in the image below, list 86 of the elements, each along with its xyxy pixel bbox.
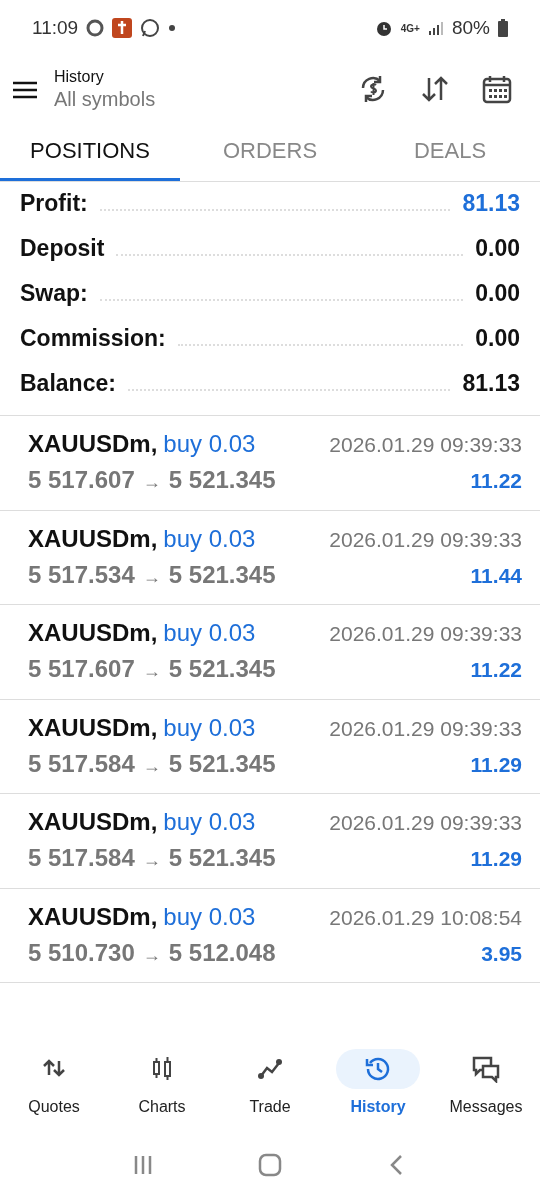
trade-side: buy 0.03 — [163, 807, 256, 837]
summary-label: Swap: — [20, 279, 88, 308]
app-notification-icon — [86, 19, 105, 37]
close-price: 5 521.345 — [168, 654, 276, 684]
nav-tab[interactable]: Charts — [108, 1049, 216, 1119]
summary-label: Balance: — [20, 369, 116, 398]
trade-profit: 11.29 — [470, 751, 522, 778]
signal-icon — [427, 20, 444, 36]
page-title: History — [54, 67, 105, 87]
trade-time: 2026.01.29 10:08:54 — [329, 904, 522, 931]
arrow-sign: → — [142, 849, 161, 872]
trade-time: 2026.01.29 09:39:33 — [329, 715, 522, 742]
sort-icon — [420, 74, 450, 104]
close-price: 5 512.048 — [168, 937, 276, 968]
trade-symbol: XAUUSDm, — [28, 523, 158, 554]
summary-value: 81.13 — [462, 189, 520, 218]
nav-tab[interactable]: Messages — [432, 1049, 540, 1119]
trade-side: buy 0.03 — [163, 712, 256, 743]
trade-profit: 11.22 — [470, 657, 522, 683]
trade-side: buy 0.03 — [163, 901, 256, 932]
trade-symbol: XAUUSDm, — [28, 807, 158, 837]
summary-value: 0.00 — [475, 234, 520, 263]
arrow-sign: → — [142, 943, 161, 967]
trade-side: buy 0.03 — [163, 523, 256, 554]
tab[interactable]: DEALS — [360, 122, 540, 181]
trade-side: buy 0.03 — [163, 429, 256, 459]
trade-symbol: XAUUSDm, — [28, 618, 158, 648]
network-type-label: 4G+ — [400, 21, 420, 36]
open-price: 5 517.584 — [28, 843, 135, 873]
summary-label: Commission: — [20, 324, 166, 353]
alarm-icon — [374, 19, 393, 37]
close-price: 5 521.345 — [168, 559, 276, 590]
battery-percent: 80% — [451, 15, 490, 40]
sort-button[interactable] — [420, 74, 450, 104]
trade-row[interactable]: XAUUSDm, buy 0.03 2026.01.29 10:08:54 5 510.730 → 5 512.048 3.95 — [0, 888, 540, 983]
app-notification-icon — [112, 18, 133, 38]
dot-icon — [168, 24, 177, 32]
summary-label: Deposit — [20, 234, 105, 263]
summary-value: 81.13 — [462, 369, 520, 398]
close-price: 5 521.345 — [168, 748, 276, 779]
trade-time: 2026.01.29 09:39:33 — [329, 810, 522, 836]
nav-tab[interactable]: Trade — [216, 1049, 324, 1119]
nav-tab[interactable]: Quotes — [0, 1049, 108, 1119]
summary-label: Profit: — [20, 189, 88, 218]
close-price: 5 521.345 — [168, 843, 276, 873]
summary-value: 0.00 — [475, 279, 520, 308]
trade-row[interactable]: XAUUSDm, buy 0.03 2026.01.29 09:39:33 5 517.584 → 5 521.345 11.29 — [0, 794, 540, 889]
trade-time: 2026.01.29 09:39:33 — [329, 526, 522, 553]
arrow-sign: → — [142, 754, 161, 778]
arrow-sign: → — [142, 660, 161, 683]
arrow-sign: → — [142, 565, 161, 589]
open-price: 5 510.730 — [28, 937, 135, 968]
open-price: 5 517.607 — [28, 465, 135, 495]
chat-icon — [140, 18, 161, 38]
open-price: 5 517.584 — [28, 748, 135, 779]
trade-side: buy 0.03 — [163, 618, 256, 648]
trade-profit: 3.95 — [481, 940, 522, 967]
trade-row[interactable]: XAUUSDm, buy 0.03 2026.01.29 09:39:33 5 517.534 → 5 521.345 11.44 — [0, 510, 540, 605]
trade-symbol: XAUUSDm, — [28, 712, 158, 743]
trade-symbol: XAUUSDm, — [28, 429, 158, 459]
calendar-icon — [482, 74, 512, 104]
open-price: 5 517.607 — [28, 654, 135, 684]
trade-profit: 11.22 — [470, 468, 522, 494]
trade-row[interactable]: XAUUSDm, buy 0.03 2026.01.29 09:39:33 5 517.584 → 5 521.345 11.29 — [0, 699, 540, 794]
clock-time: 11:09 — [32, 15, 79, 40]
close-price: 5 521.345 — [168, 465, 276, 495]
trade-row[interactable]: XAUUSDm, buy 0.03 2026.01.29 09:39:33 5 517.607 → 5 521.345 11.22 — [0, 416, 540, 511]
battery-icon — [498, 19, 508, 37]
open-price: 5 517.534 — [28, 559, 135, 590]
trade-time: 2026.01.29 09:39:33 — [329, 432, 522, 458]
nav-tab[interactable]: History — [324, 1049, 432, 1119]
trade-row[interactable]: XAUUSDm, buy 0.03 2026.01.29 09:39:33 5 517.607 → 5 521.345 11.22 — [0, 605, 540, 700]
trade-symbol: XAUUSDm, — [28, 901, 158, 932]
calendar-button[interactable] — [482, 74, 512, 104]
trade-profit: 11.29 — [470, 846, 522, 872]
history-icon — [364, 1055, 392, 1083]
arrow-sign: → — [142, 471, 161, 494]
symbol-filter[interactable]: All symbols — [54, 86, 342, 111]
home-icon[interactable] — [258, 1153, 282, 1177]
chat-bubbles-icon — [472, 1055, 500, 1083]
tab[interactable]: ORDERS — [180, 122, 360, 181]
trade-time: 2026.01.29 09:39:33 — [329, 621, 522, 647]
tab[interactable]: POSITIONS — [0, 122, 180, 181]
trade-profit: 11.44 — [470, 562, 522, 589]
menu-icon — [12, 79, 38, 100]
summary-value: 0.00 — [475, 324, 520, 353]
